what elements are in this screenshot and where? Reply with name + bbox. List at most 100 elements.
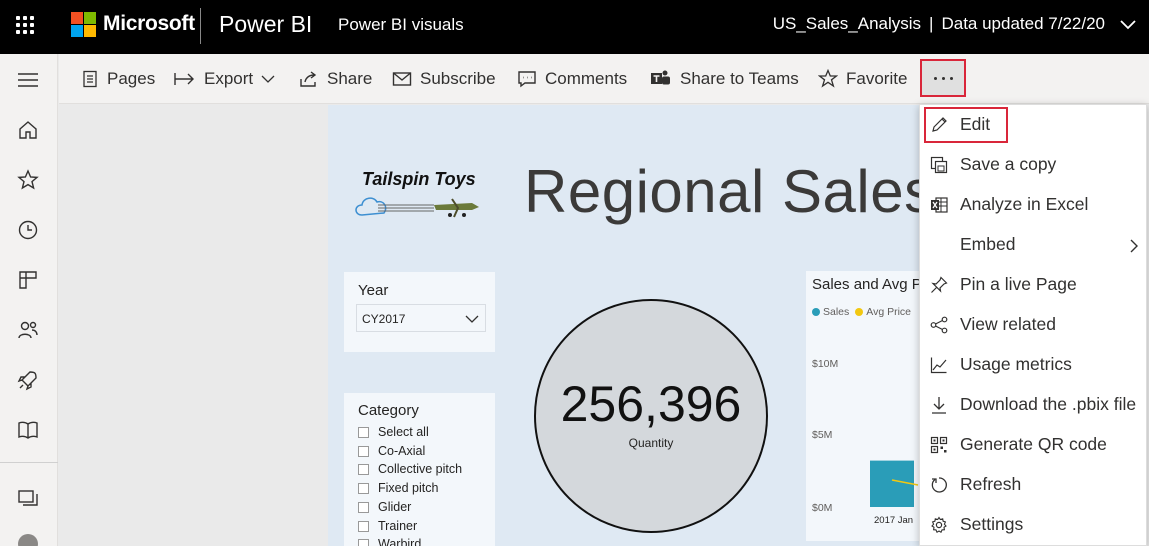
menu-item-refresh[interactable]: Refresh [920, 465, 1148, 505]
workspaces-icon[interactable] [16, 486, 40, 510]
rocket-icon[interactable] [16, 368, 40, 392]
menu-item-label: Pin a live Page [960, 274, 1077, 294]
menu-item-pin-live-page[interactable]: Pin a live Page [920, 265, 1148, 305]
share-button[interactable]: Share [299, 66, 372, 92]
category-slicer: Category Select all Co-Axial Collective … [344, 393, 495, 546]
comment-icon [518, 71, 536, 88]
category-slicer-title: Category [358, 402, 419, 419]
checkbox[interactable] [358, 482, 369, 494]
menu-item-download-pbix[interactable]: Download the .pbix file [920, 385, 1148, 425]
hamburger-icon[interactable] [16, 68, 40, 92]
menu-item-label: Analyze in Excel [960, 194, 1089, 214]
share-to-teams-label: Share to Teams [680, 69, 799, 88]
bar-sales[interactable] [870, 460, 914, 507]
pages-icon [83, 70, 97, 88]
category-option-label: Glider [378, 500, 412, 514]
report-name: US_Sales_Analysis [772, 14, 922, 33]
menu-item-save-a-copy[interactable]: Save a copy [920, 145, 1148, 185]
menu-item-edit[interactable]: Edit [920, 105, 1148, 145]
menu-item-generate-qr-code[interactable]: Generate QR code [920, 425, 1148, 465]
report-info[interactable]: US_Sales_Analysis | Data updated 7/22/20 [773, 14, 1105, 34]
category-option[interactable]: Select all [358, 423, 429, 441]
menu-item-embed[interactable]: Embed [920, 225, 1148, 265]
subscribe-button[interactable]: Subscribe [392, 66, 496, 92]
workspace-name[interactable]: Power BI visuals [338, 15, 464, 35]
menu-item-label: Save a copy [960, 154, 1057, 174]
more-dot-icon [934, 77, 937, 80]
export-button[interactable]: Export [174, 66, 275, 92]
book-icon[interactable] [16, 418, 40, 442]
checkbox[interactable] [358, 463, 369, 475]
menu-item-label: Usage metrics [960, 354, 1072, 374]
share-to-teams-button[interactable]: Share to Teams [650, 66, 799, 92]
category-option-label: Fixed pitch [378, 481, 439, 495]
year-dropdown-value: CY2017 [362, 312, 406, 326]
year-dropdown[interactable]: CY2017 [356, 304, 486, 332]
chart-plot-area [870, 460, 919, 507]
pages-button[interactable]: Pages [81, 66, 155, 92]
action-bar: Pages Export Share Subscribe Comments Sh… [59, 54, 1149, 104]
favorite-button[interactable]: Favorite [818, 66, 907, 92]
refresh-icon [931, 477, 947, 493]
menu-item-settings[interactable]: Settings [920, 505, 1148, 545]
menu-item-view-related[interactable]: View related [920, 305, 1148, 345]
x-tick-label: 2017 Jan [874, 515, 914, 526]
microsoft-logo-icon [71, 12, 97, 38]
report-canvas: Tailspin Toys Regional Sales A Year CY20… [328, 105, 928, 546]
category-option-label: Warbird [378, 537, 422, 546]
category-option[interactable]: Warbird [358, 535, 421, 546]
menu-item-analyze-in-excel[interactable]: Analyze in Excel [920, 185, 1148, 225]
star-icon[interactable] [16, 168, 40, 192]
excel-icon [931, 197, 948, 213]
save-copy-icon [930, 156, 948, 174]
quantity-kpi-card[interactable]: 256,396 Quantity [534, 299, 768, 533]
menu-item-usage-metrics[interactable]: Usage metrics [920, 345, 1148, 385]
checkbox[interactable] [358, 538, 369, 546]
menu-item-label: Refresh [960, 474, 1022, 494]
category-option-label: Collective pitch [378, 462, 463, 476]
favorite-label: Favorite [846, 69, 908, 88]
chevron-down-icon [261, 75, 275, 83]
apps-icon[interactable] [16, 268, 40, 292]
subscribe-label: Subscribe [420, 69, 496, 88]
share-label: Share [327, 69, 373, 88]
more-options-menu: Edit Save a copy Analyze in Excel Embed … [919, 104, 1147, 546]
category-option[interactable]: Co-Axial [358, 442, 425, 460]
checkbox[interactable] [358, 501, 369, 513]
category-option-label: Select all [378, 425, 429, 439]
menu-item-label: Embed [960, 234, 1016, 254]
data-updated: Data updated 7/22/20 [941, 14, 1105, 33]
checkbox[interactable] [358, 520, 369, 532]
pages-label: Pages [107, 69, 156, 88]
menu-item-label: Download the .pbix file [960, 394, 1137, 414]
year-slicer-title: Year [358, 282, 389, 299]
comments-label: Comments [545, 69, 628, 88]
pin-icon [931, 276, 948, 293]
mail-icon [392, 72, 412, 86]
app-launcher-icon[interactable] [14, 14, 36, 36]
left-nav [0, 54, 58, 546]
clock-icon[interactable] [16, 218, 40, 242]
star-icon [818, 69, 838, 88]
category-option[interactable]: Collective pitch [358, 460, 462, 478]
category-option[interactable]: Trainer [358, 517, 417, 535]
chevron-down-icon[interactable] [1119, 16, 1137, 34]
report-info-separator: | [929, 14, 934, 33]
avatar-icon[interactable] [16, 530, 40, 546]
tailspin-logo-text: Tailspin Toys [362, 169, 476, 189]
menu-item-label: View related [960, 314, 1056, 334]
checkbox[interactable] [358, 426, 369, 438]
category-option-label: Trainer [378, 519, 418, 533]
category-option[interactable]: Glider [358, 498, 411, 516]
product-name[interactable]: Power BI [219, 11, 312, 38]
comments-button[interactable]: Comments [517, 66, 627, 92]
home-icon[interactable] [16, 118, 40, 142]
kpi-value: 256,396 [560, 376, 742, 432]
more-options-button[interactable] [920, 59, 966, 97]
sales-avg-price-chart[interactable]: Sales and Avg P Sales Avg Price $10M $5M… [806, 271, 928, 541]
shared-with-me-icon[interactable] [16, 318, 40, 342]
brand-name[interactable]: Microsoft [103, 12, 195, 36]
category-option-label: Co-Axial [378, 444, 426, 458]
category-option[interactable]: Fixed pitch [358, 479, 438, 497]
checkbox[interactable] [358, 445, 369, 457]
